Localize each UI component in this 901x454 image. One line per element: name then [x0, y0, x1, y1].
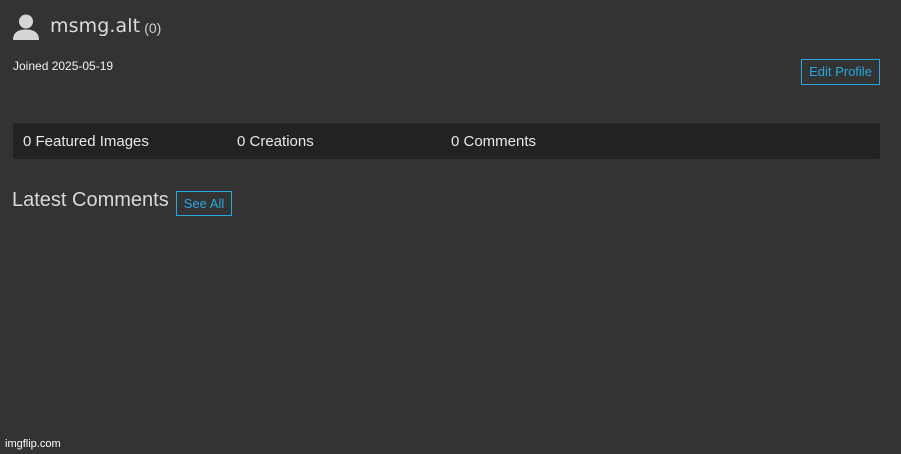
user-silhouette-icon: [12, 12, 40, 40]
joined-date: Joined 2025-05-19: [13, 59, 114, 73]
user-points: (0): [144, 20, 162, 36]
edit-profile-button[interactable]: Edit Profile: [801, 59, 880, 85]
stat-featured-images[interactable]: 0 Featured Images: [23, 123, 149, 159]
see-all-button[interactable]: See All: [176, 191, 232, 216]
profile-header: msmg.alt (0): [12, 12, 161, 40]
watermark: imgflip.com: [5, 438, 61, 450]
latest-comments-heading: Latest Comments: [12, 189, 169, 211]
username: msmg.alt: [50, 15, 141, 37]
stat-comments[interactable]: 0 Comments: [451, 123, 536, 159]
stat-creations[interactable]: 0 Creations: [237, 123, 314, 159]
stats-bar: 0 Featured Images 0 Creations 0 Comments: [13, 123, 880, 159]
